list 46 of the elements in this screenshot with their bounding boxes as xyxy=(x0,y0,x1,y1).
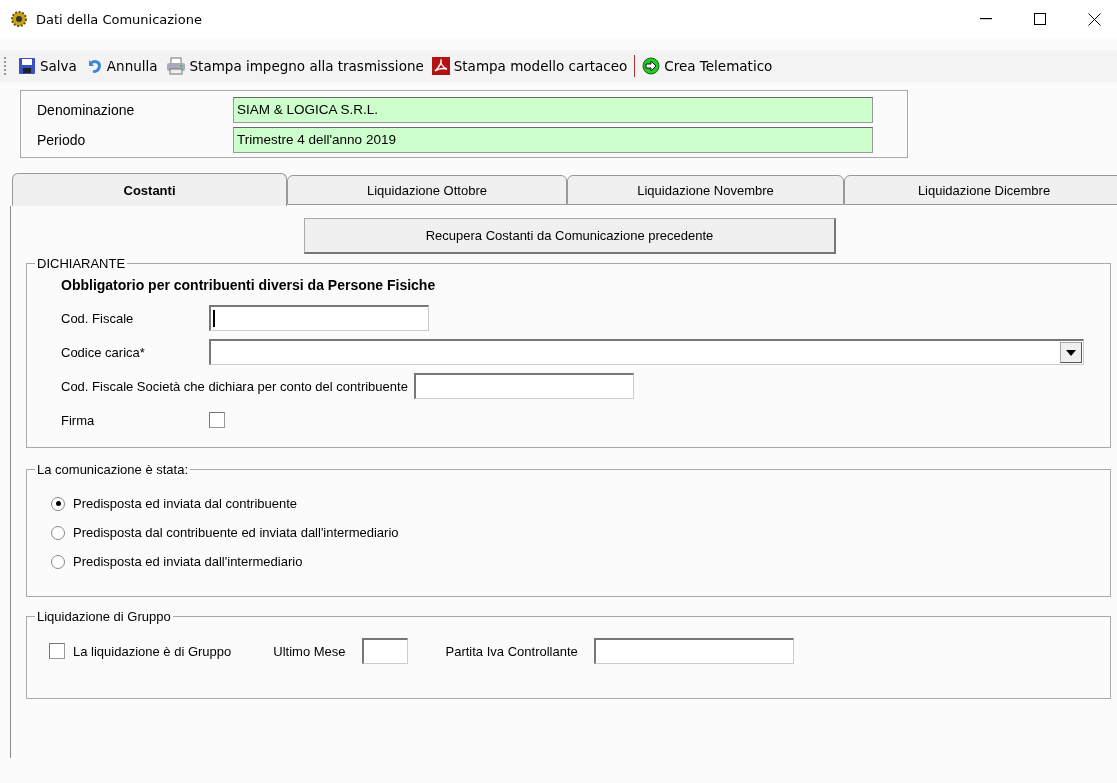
field-label: Cod. Fiscale Società che dichiara per conto del contribuente xyxy=(61,378,408,394)
window-title: Dati della Comunicazione xyxy=(36,11,203,27)
group-title: La comunicazione è stata: xyxy=(36,462,190,477)
field-label: Firma xyxy=(61,412,96,428)
pdf-icon xyxy=(431,57,450,75)
toolbar-button[interactable]: Stampa modello cartaceo xyxy=(428,55,631,77)
field-label: Cod. Fiscale xyxy=(61,310,135,326)
field-label: Denominazione xyxy=(36,102,136,118)
maximize-icon[interactable] xyxy=(1034,13,1046,25)
toolbar-button[interactable]: Salva xyxy=(15,55,80,77)
field-label: Ultimo Mese xyxy=(273,643,346,659)
group-title: Liquidazione di Gruppo xyxy=(36,609,172,624)
close-icon[interactable] xyxy=(1087,12,1101,26)
toolbar-button[interactable]: Annulla xyxy=(81,55,161,77)
radio-label: Predisposta ed inviata dall'intermediario xyxy=(73,554,303,569)
note-text: Obbligatorio per contribuenti diversi da Persone Fisiche xyxy=(61,277,437,293)
group-title: DICHIARANTE xyxy=(36,256,127,271)
readonly-field: SIAM & LOGICA S.R.L. xyxy=(233,97,873,123)
text-field[interactable] xyxy=(593,638,794,664)
field-label: Periodo xyxy=(36,132,87,148)
readonly-field: Trimestre 4 dell'anno 2019 xyxy=(233,127,873,153)
radio-button[interactable] xyxy=(51,496,65,511)
field-label: Partita Iva Controllante xyxy=(445,643,578,659)
checkbox[interactable] xyxy=(209,412,225,428)
tab[interactable]: Costanti xyxy=(12,173,287,206)
arrow-circle-icon xyxy=(642,57,661,75)
printer-icon xyxy=(165,57,186,75)
checkbox[interactable] xyxy=(49,643,65,659)
recover-button[interactable]: Recupera Costanti da Comunicazione precedente xyxy=(304,218,836,254)
radio-button[interactable] xyxy=(51,525,65,540)
field-label: Codice carica* xyxy=(61,344,146,360)
toolbar-button[interactable]: Stampa impegno alla trasmissione xyxy=(162,55,427,77)
tab[interactable]: Liquidazione Dicembre xyxy=(844,175,1117,205)
checkbox-label: La liquidazione è di Gruppo xyxy=(73,643,232,659)
radio-label: Predisposta ed inviata dal contribuente xyxy=(73,496,298,511)
tab[interactable]: Liquidazione Novembre xyxy=(567,175,844,205)
toolbar-button[interactable]: Crea Telematico xyxy=(639,55,776,77)
gear-icon xyxy=(10,10,28,28)
radio-label: Predisposta dal contribuente ed inviata dall'intermediario xyxy=(73,525,399,540)
radio-button[interactable] xyxy=(51,554,65,569)
text-field[interactable] xyxy=(361,638,408,664)
tab[interactable]: Liquidazione Ottobre xyxy=(287,175,567,205)
text-field[interactable] xyxy=(209,305,429,331)
dropdown-field[interactable] xyxy=(209,339,1084,365)
text-field[interactable] xyxy=(413,373,634,399)
minimize-icon[interactable] xyxy=(980,18,992,20)
